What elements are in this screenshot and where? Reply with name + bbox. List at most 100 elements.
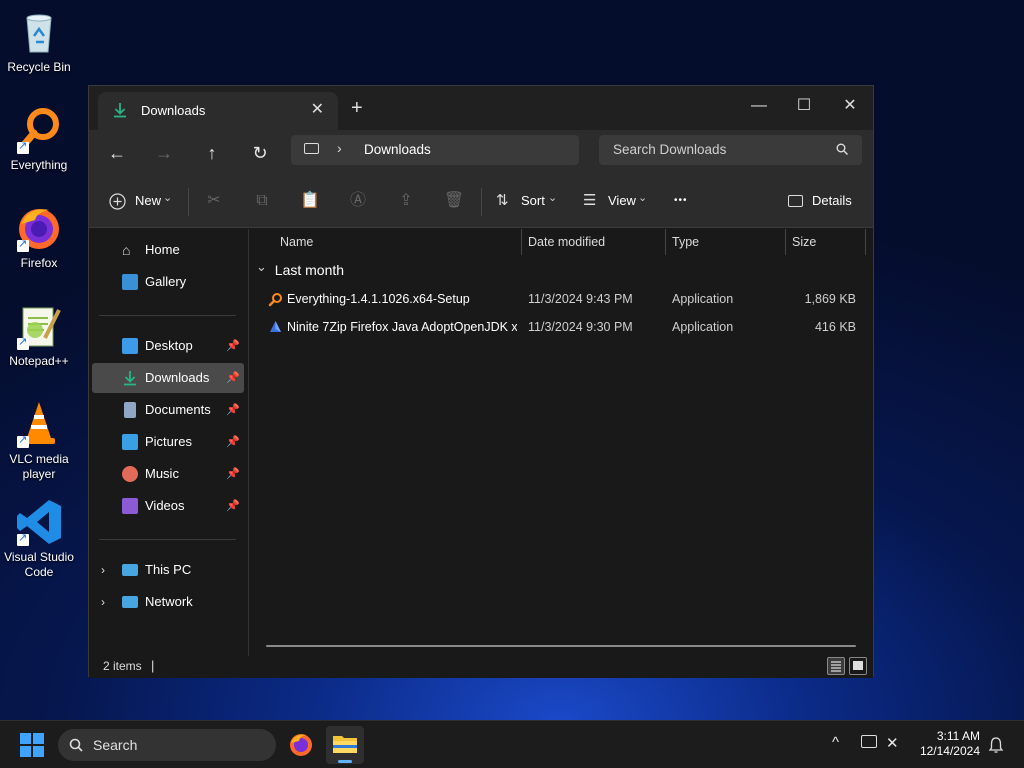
file-row[interactable]: Everything-1.4.1.1026.x64-Setup 11/3/202… — [260, 286, 870, 312]
chevron-down-icon: ⌄ — [638, 192, 648, 204]
taskbar-file-explorer[interactable] — [326, 726, 364, 764]
sidebar-item-label: Home — [145, 242, 180, 257]
sidebar-item-network[interactable]: › Network — [92, 587, 244, 617]
details-pane-button[interactable]: Details — [788, 190, 852, 212]
column-header-date-modified[interactable]: Date modified — [528, 229, 605, 255]
maximize-button[interactable]: ☐ — [784, 91, 824, 121]
volume-muted-icon[interactable]: ✕ — [886, 734, 899, 752]
shortcut-arrow-icon — [17, 237, 29, 252]
back-button[interactable]: ← — [101, 138, 133, 168]
breadcrumb-downloads[interactable]: Downloads — [364, 142, 431, 157]
file-row[interactable]: Ninite 7Zip Firefox Java AdoptOpenJDK x.… — [260, 314, 870, 340]
horizontal-scrollbar[interactable] — [266, 645, 856, 647]
downloads-folder-icon — [124, 371, 136, 386]
sidebar-item-desktop[interactable]: Desktop 📌 — [92, 331, 244, 361]
sidebar-divider — [99, 539, 236, 540]
system-clock[interactable]: 3:11 AM 12/14/2024 — [920, 729, 980, 759]
sidebar-item-pictures[interactable]: Pictures 📌 — [92, 427, 244, 457]
sidebar-item-videos[interactable]: Videos 📌 — [92, 491, 244, 521]
forward-button[interactable]: → — [148, 138, 180, 168]
sidebar-item-gallery[interactable]: Gallery — [92, 267, 244, 297]
sidebar-item-label: Gallery — [145, 274, 187, 289]
tab-close-button[interactable]: ✕ — [311, 99, 324, 119]
videos-folder-icon — [122, 498, 138, 514]
column-divider[interactable] — [865, 229, 866, 255]
tab-downloads[interactable]: Downloads ✕ — [98, 92, 338, 130]
taskbar-search[interactable]: Search — [58, 729, 276, 761]
this-pc-icon — [122, 564, 138, 576]
view-button[interactable]: ☰ View ⌄ — [583, 190, 649, 212]
notification-bell-icon[interactable] — [988, 736, 1004, 754]
active-app-indicator — [338, 760, 352, 763]
cut-icon[interactable]: ✂ — [203, 190, 225, 212]
search-input[interactable]: Search Downloads — [599, 135, 862, 165]
refresh-button[interactable]: ↻ — [244, 138, 276, 168]
delete-icon[interactable]: 🗑 — [443, 190, 465, 212]
network-tray-icon[interactable] — [861, 735, 877, 748]
sort-button[interactable]: ⇅ Sort ⌄ — [496, 190, 558, 212]
desktop-icon-notepadpp[interactable]: Notepad++ — [1, 302, 77, 369]
download-arrow-icon — [114, 103, 126, 118]
sidebar-item-label: Pictures — [145, 434, 192, 449]
up-button[interactable]: ↑ — [196, 138, 228, 168]
status-bar: 2 items | — [89, 656, 873, 678]
desktop-icon-everything[interactable]: Everything — [1, 106, 77, 173]
everything-icon — [15, 106, 63, 154]
view-list-icon: ☰ — [583, 192, 597, 209]
sidebar-item-this-pc[interactable]: › This PC — [92, 555, 244, 585]
column-divider[interactable] — [521, 229, 522, 255]
details-pane-icon — [788, 195, 803, 207]
column-header-size[interactable]: Size — [792, 229, 816, 255]
sidebar-item-music[interactable]: Music 📌 — [92, 459, 244, 489]
expand-chevron-icon[interactable]: › — [101, 587, 105, 617]
address-bar[interactable]: › Downloads — [291, 135, 579, 165]
column-divider[interactable] — [665, 229, 666, 255]
copy-icon[interactable]: ⧉ — [251, 190, 273, 212]
firefox-icon — [290, 734, 312, 756]
breadcrumb-chevron-icon[interactable]: › — [337, 140, 342, 156]
pin-icon: 📌 — [226, 436, 240, 448]
sidebar-item-downloads[interactable]: Downloads 📌 — [92, 363, 244, 393]
plus-circle-icon — [109, 193, 126, 210]
documents-folder-icon — [124, 402, 136, 418]
notepadpp-icon — [15, 302, 63, 350]
minimize-button[interactable]: — — [739, 91, 779, 121]
file-name: Everything-1.4.1.1026.x64-Setup — [287, 292, 470, 306]
view-label: View — [608, 193, 636, 208]
start-button[interactable] — [20, 733, 44, 757]
shortcut-arrow-icon — [17, 139, 29, 154]
tray-overflow-chevron-icon[interactable]: ^ — [832, 734, 839, 751]
windows-logo-tile — [33, 733, 44, 744]
sidebar-item-home[interactable]: ⌂ Home — [92, 235, 244, 265]
share-icon[interactable]: ⇪ — [395, 190, 417, 212]
recycle-bin-icon — [15, 8, 63, 56]
rename-icon[interactable]: Ⓐ — [347, 190, 369, 212]
desktop-icon-vscode[interactable]: Visual Studio Code — [1, 498, 77, 580]
new-tab-button[interactable]: + — [351, 97, 363, 120]
new-button[interactable]: New ⌄ — [109, 190, 173, 212]
sidebar-item-label: Videos — [145, 498, 185, 513]
desktop-icon-firefox[interactable]: Firefox — [1, 204, 77, 271]
search-placeholder: Search Downloads — [613, 142, 727, 157]
paste-icon[interactable]: 📋 — [299, 190, 321, 212]
chevron-down-icon: ⌄ — [163, 192, 173, 204]
taskbar-firefox[interactable] — [282, 726, 320, 764]
details-view-button[interactable] — [827, 657, 845, 675]
more-options-button[interactable]: ••• — [674, 190, 688, 212]
desktop-icon-label: Notepad++ — [9, 354, 69, 368]
search-icon — [69, 738, 83, 752]
sidebar-item-documents[interactable]: Documents 📌 — [92, 395, 244, 425]
close-window-button[interactable]: ✕ — [830, 91, 870, 121]
desktop-icon-vlc[interactable]: VLC media player — [1, 400, 77, 482]
column-header-name[interactable]: Name — [280, 229, 313, 255]
column-header-type[interactable]: Type — [672, 229, 699, 255]
item-count: 2 items — [103, 659, 142, 673]
desktop-icon-recycle-bin[interactable]: Recycle Bin — [1, 8, 77, 75]
column-divider[interactable] — [785, 229, 786, 255]
tiles-view-button[interactable] — [849, 657, 867, 675]
sidebar-item-label: Music — [145, 466, 179, 481]
file-explorer-window: Downloads ✕ + — ☐ ✕ ← → ↑ ↻ › Downloads … — [88, 85, 874, 678]
expand-chevron-icon[interactable]: › — [101, 555, 105, 585]
group-header-last-month[interactable]: ⌄ Last month — [256, 259, 344, 279]
pin-icon: 📌 — [226, 372, 240, 384]
